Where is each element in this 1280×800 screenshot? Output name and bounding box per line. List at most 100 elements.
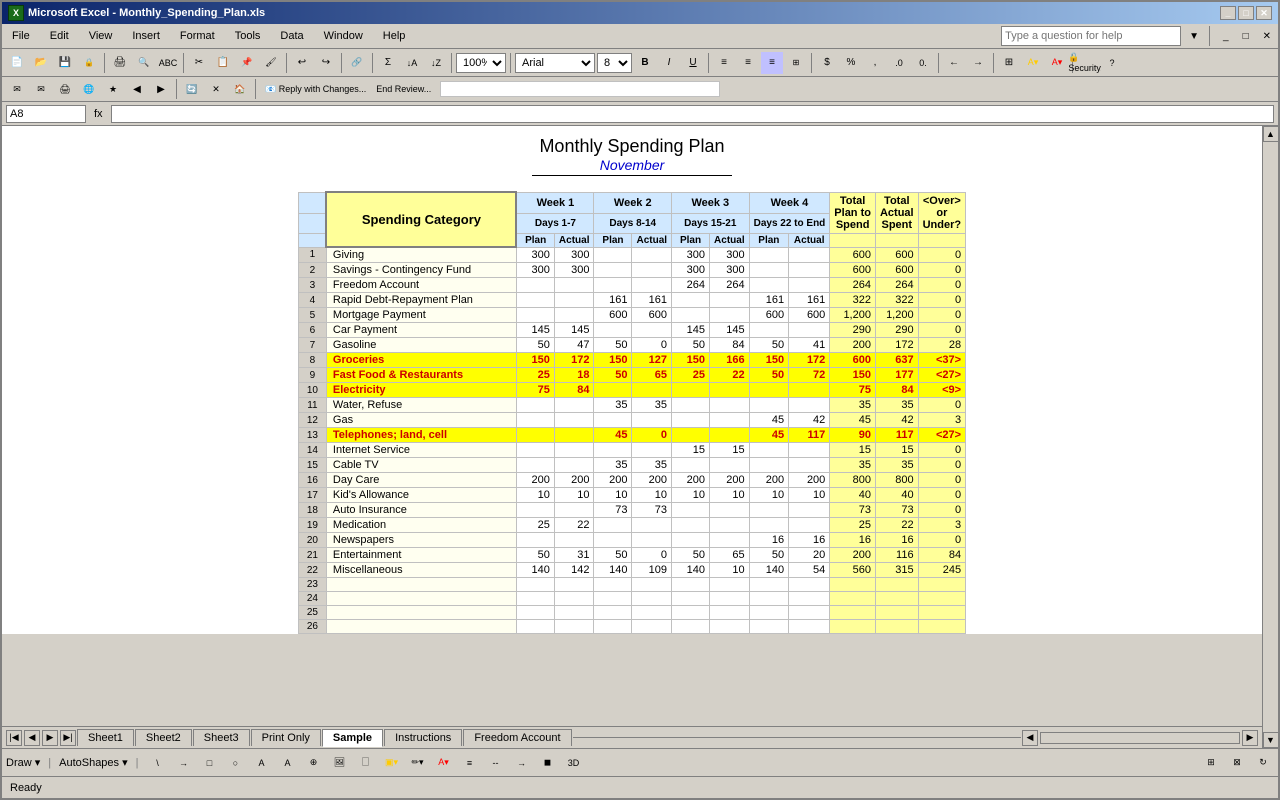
w1-actual-cell[interactable]: 47 <box>554 338 594 353</box>
w3-actual-cell[interactable]: 264 <box>710 278 750 293</box>
w3-actual-cell[interactable] <box>710 293 750 308</box>
w3-actual-cell[interactable] <box>710 592 750 606</box>
table-row[interactable]: 7Gasoline50475005084504120017228 <box>298 338 965 353</box>
tab-last-button[interactable]: ▶| <box>60 730 76 746</box>
total-actual-cell[interactable]: 35 <box>875 398 918 413</box>
reply-changes-button[interactable]: 📧 Reply with Changes... <box>260 78 371 100</box>
table-row[interactable]: 22Miscellaneous1401421401091401014054560… <box>298 563 965 578</box>
w1-plan-cell[interactable]: 50 <box>516 548 554 563</box>
w2-actual-cell[interactable] <box>632 247 672 263</box>
category-cell[interactable]: Savings - Contingency Fund <box>326 263 516 278</box>
total-plan-cell[interactable]: 35 <box>830 458 876 473</box>
tab-sheet3[interactable]: Sheet3 <box>193 729 250 746</box>
total-plan-cell[interactable]: 73 <box>830 503 876 518</box>
w2-actual-cell[interactable] <box>632 278 672 293</box>
total-actual-cell[interactable]: 42 <box>875 413 918 428</box>
w3-plan-cell[interactable]: 150 <box>672 353 710 368</box>
over-under-cell[interactable]: 245 <box>918 563 966 578</box>
w1-plan-cell[interactable] <box>516 278 554 293</box>
w1-plan-cell[interactable] <box>516 578 554 592</box>
w3-actual-cell[interactable]: 10 <box>710 488 750 503</box>
w3-actual-cell[interactable]: 200 <box>710 473 750 488</box>
total-plan-cell[interactable]: 35 <box>830 398 876 413</box>
over-under-cell[interactable]: 0 <box>918 443 966 458</box>
w3-actual-cell[interactable] <box>710 413 750 428</box>
w1-plan-cell[interactable] <box>516 293 554 308</box>
over-under-cell[interactable] <box>918 578 966 592</box>
w4-actual-cell[interactable]: 172 <box>789 353 830 368</box>
w1-plan-cell[interactable] <box>516 606 554 620</box>
menu-edit[interactable]: Edit <box>44 28 75 44</box>
w3-actual-cell[interactable]: 65 <box>710 548 750 563</box>
autoshapes-label[interactable]: AutoShapes ▾ <box>59 756 128 769</box>
total-actual-cell[interactable]: 172 <box>875 338 918 353</box>
w1-plan-cell[interactable]: 10 <box>516 488 554 503</box>
w2-plan-cell[interactable]: 140 <box>594 563 632 578</box>
3d-button[interactable]: 3D <box>562 752 584 774</box>
category-cell[interactable] <box>326 592 516 606</box>
w4-actual-cell[interactable] <box>789 458 830 473</box>
align-center-button[interactable]: ≡ <box>737 52 759 74</box>
w2-actual-cell[interactable] <box>632 533 672 548</box>
w3-actual-cell[interactable] <box>710 578 750 592</box>
w2-actual-cell[interactable]: 0 <box>632 548 672 563</box>
w4-plan-cell[interactable]: 150 <box>749 353 789 368</box>
w1-plan-cell[interactable] <box>516 533 554 548</box>
over-under-cell[interactable]: 0 <box>918 398 966 413</box>
w2-plan-cell[interactable] <box>594 383 632 398</box>
w4-plan-cell[interactable] <box>749 518 789 533</box>
w1-actual-cell[interactable] <box>554 533 594 548</box>
w4-plan-cell[interactable] <box>749 606 789 620</box>
table-row[interactable]: 20Newspapers161616160 <box>298 533 965 548</box>
over-under-cell[interactable]: <37> <box>918 353 966 368</box>
w4-plan-cell[interactable] <box>749 578 789 592</box>
total-plan-cell[interactable]: 15 <box>830 443 876 458</box>
w4-plan-cell[interactable]: 45 <box>749 413 789 428</box>
w1-actual-cell[interactable] <box>554 293 594 308</box>
bold-button[interactable]: B <box>634 52 656 74</box>
w1-plan-cell[interactable] <box>516 443 554 458</box>
w1-actual-cell[interactable] <box>554 413 594 428</box>
w2-actual-cell[interactable]: 35 <box>632 398 672 413</box>
total-actual-cell[interactable]: 22 <box>875 518 918 533</box>
diagram-tool[interactable]: ⊕ <box>302 752 324 774</box>
w3-plan-cell[interactable]: 50 <box>672 338 710 353</box>
w2-plan-cell[interactable] <box>594 278 632 293</box>
ask-question-input[interactable] <box>1001 26 1181 46</box>
w4-actual-cell[interactable] <box>789 263 830 278</box>
arrow-tool[interactable]: → <box>172 752 194 774</box>
comma-button[interactable]: , <box>864 52 886 74</box>
table-row[interactable]: 18Auto Insurance737373730 <box>298 503 965 518</box>
w4-actual-cell[interactable]: 200 <box>789 473 830 488</box>
w3-actual-cell[interactable] <box>710 428 750 443</box>
menu-window[interactable]: Window <box>318 28 369 44</box>
paste-button[interactable]: 📌 <box>236 52 258 74</box>
menu-data[interactable]: Data <box>274 28 309 44</box>
w4-plan-cell[interactable]: 16 <box>749 533 789 548</box>
total-plan-cell[interactable]: 16 <box>830 533 876 548</box>
category-cell[interactable]: Newspapers <box>326 533 516 548</box>
print2-button[interactable]: 🖨 <box>54 78 76 100</box>
w3-plan-cell[interactable] <box>672 606 710 620</box>
w4-plan-cell[interactable] <box>749 263 789 278</box>
table-row[interactable]: 15Cable TV353535350 <box>298 458 965 473</box>
w3-plan-cell[interactable] <box>672 428 710 443</box>
over-under-cell[interactable]: 0 <box>918 533 966 548</box>
w3-plan-cell[interactable]: 15 <box>672 443 710 458</box>
font-name-dropdown[interactable]: Arial <box>515 53 595 73</box>
w4-actual-cell[interactable] <box>789 383 830 398</box>
favorites-button[interactable]: ★ <box>102 78 124 100</box>
w1-plan-cell[interactable]: 140 <box>516 563 554 578</box>
total-actual-cell[interactable]: 600 <box>875 263 918 278</box>
w4-actual-cell[interactable] <box>789 503 830 518</box>
w4-plan-cell[interactable] <box>749 247 789 263</box>
open-button[interactable]: 📂 <box>30 52 52 74</box>
category-cell[interactable]: Rapid Debt-Repayment Plan <box>326 293 516 308</box>
line-tool[interactable]: \ <box>146 752 168 774</box>
table-row[interactable]: 4Rapid Debt-Repayment Plan16116116116132… <box>298 293 965 308</box>
menu-file[interactable]: File <box>6 28 36 44</box>
total-actual-cell[interactable]: 1,200 <box>875 308 918 323</box>
draw-label[interactable]: Draw ▾ <box>6 756 40 769</box>
w4-actual-cell[interactable]: 16 <box>789 533 830 548</box>
category-cell[interactable]: Fast Food & Restaurants <box>326 368 516 383</box>
